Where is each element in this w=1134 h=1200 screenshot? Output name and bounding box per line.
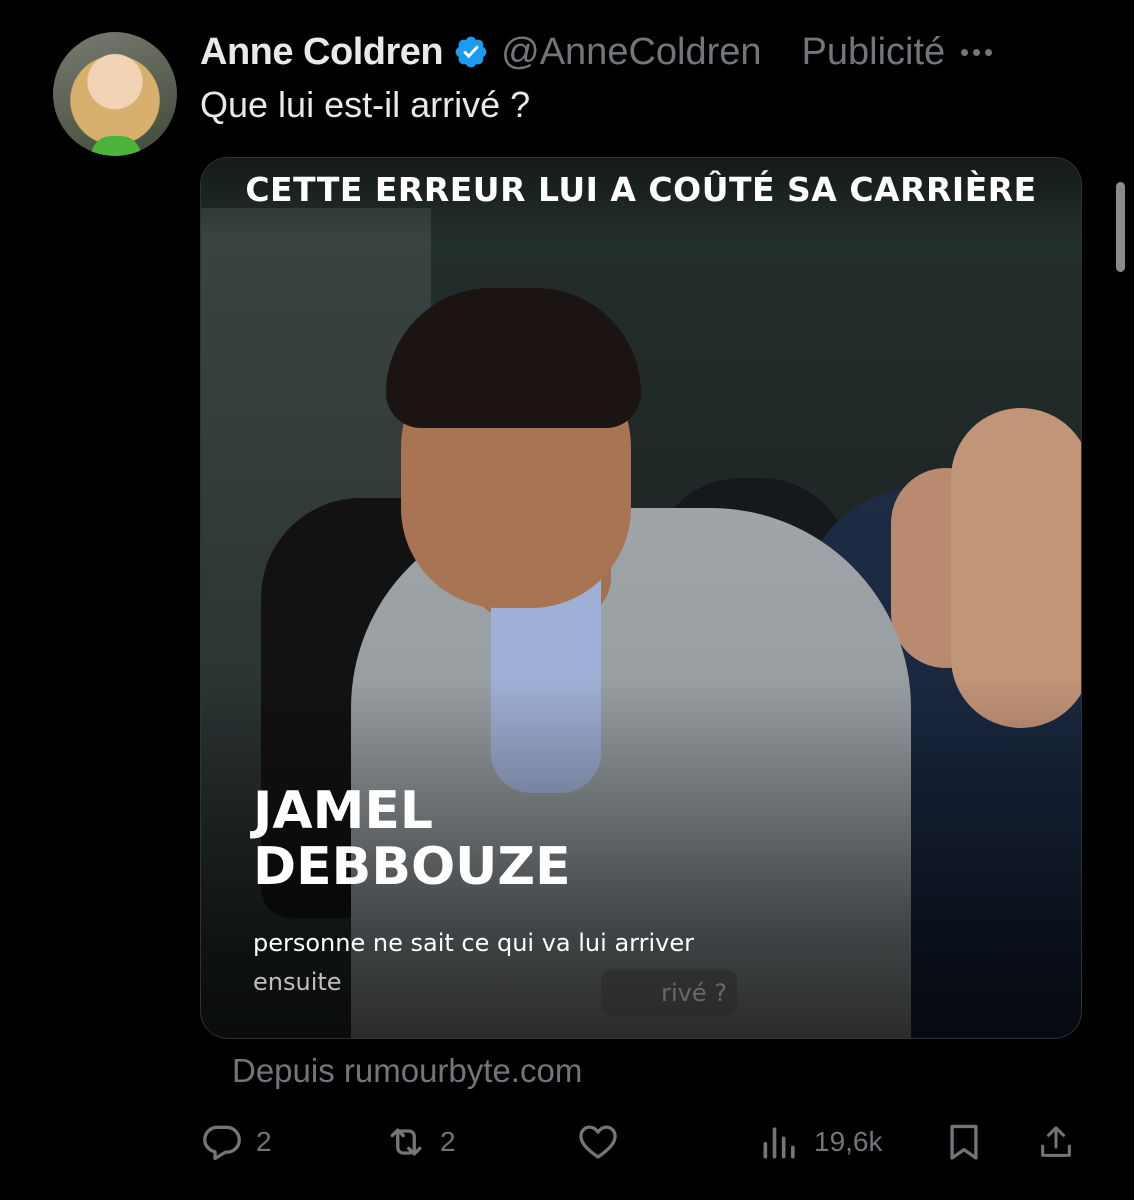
repost-icon [384,1120,428,1164]
link-card[interactable]: CETTE ERREUR LUI A COÛTÉ SA CARRIÈRE JAM… [200,157,1082,1039]
author-avatar[interactable] [53,32,177,156]
views-count: 19,6k [814,1126,883,1157]
ad-label: Publicité [801,30,946,73]
card-person-name: JAMEL DEBBOUZE [253,783,571,895]
repost-count: 2 [440,1126,456,1157]
action-bar: 2 2 19,6k [200,1112,1080,1172]
avatar-shirt [91,136,141,156]
views-button[interactable]: 19,6k [758,1112,883,1172]
tweet-text: Que lui est-il arrivé ? [200,84,531,125]
heart-icon [576,1120,620,1164]
card-subtitle-line: personne ne sait ce qui va lui arriver [253,929,694,957]
reply-count: 2 [256,1126,272,1157]
card-subtitle-line: ensuite [253,968,342,996]
bookmark-button[interactable] [942,1112,986,1172]
card-subtitle: personne ne sait ce qui va lui arriver e… [253,924,813,1002]
like-button[interactable] [576,1112,620,1172]
author-handle[interactable]: @AnneColdren [501,31,761,74]
repost-button[interactable]: 2 [384,1112,456,1172]
reply-icon [200,1120,244,1164]
card-name-line: DEBBOUZE [253,837,571,897]
bookmark-icon [942,1120,986,1164]
views-icon [758,1120,802,1164]
share-icon [1036,1120,1076,1164]
author-name[interactable]: Anne Coldren [200,31,444,74]
card-source-link[interactable]: Depuis rumourbyte.com [232,1052,582,1090]
card-name-line: JAMEL [253,781,433,841]
card-headline: CETTE ERREUR LUI A COÛTÉ SA CARRIÈRE [245,170,1037,209]
share-button[interactable] [1036,1112,1076,1172]
scrollbar[interactable] [1116,182,1125,272]
verified-badge-icon [453,34,489,70]
more-icon[interactable] [961,48,993,56]
tweet-header: Anne Coldren @AnneColdren Publicité [200,24,1090,80]
reply-button[interactable]: 2 [200,1112,272,1172]
